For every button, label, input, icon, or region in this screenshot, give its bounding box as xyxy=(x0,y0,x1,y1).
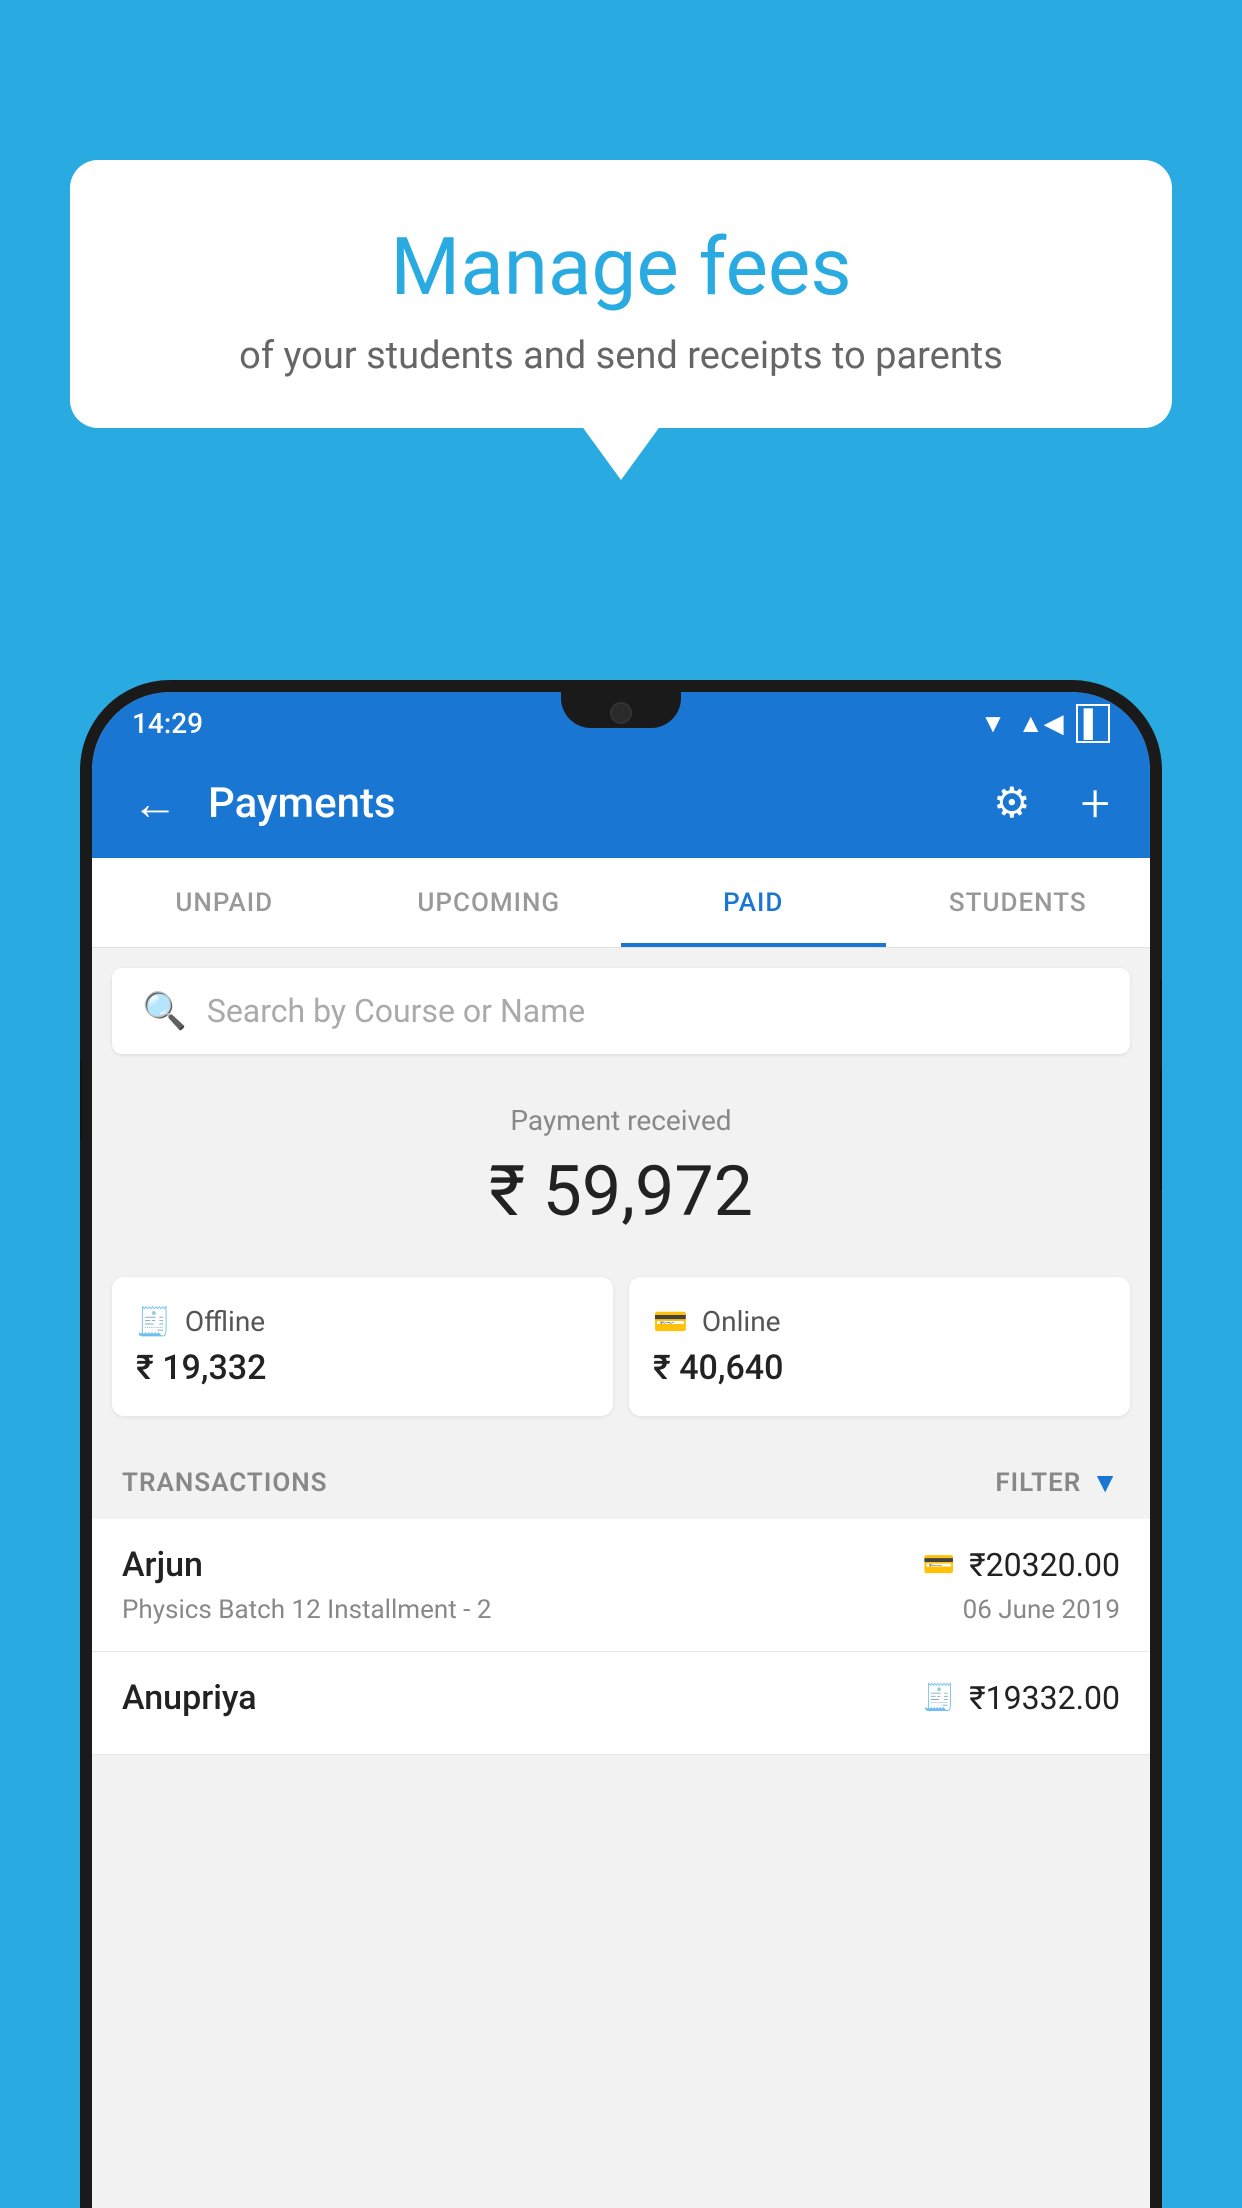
side-button-right-top xyxy=(1160,980,1162,1040)
transaction-row[interactable]: Arjun 💳 ₹20320.00 Physics Batch 12 Insta… xyxy=(92,1519,1150,1652)
back-button[interactable]: ← xyxy=(132,776,178,831)
wifi-icon: ▼ xyxy=(980,708,1006,739)
online-payment-card: 💳 Online ₹ 40,640 xyxy=(629,1277,1130,1416)
search-bar[interactable]: 🔍 Search by Course or Name xyxy=(112,968,1130,1054)
transaction-name: Anupriya xyxy=(122,1678,257,1718)
offline-amount: ₹ 19,332 xyxy=(136,1348,589,1388)
cash-icon: 🧾 xyxy=(923,1683,955,1713)
transaction-row-top: Arjun 💳 ₹20320.00 xyxy=(122,1545,1120,1585)
tab-students[interactable]: STUDENTS xyxy=(886,858,1151,947)
online-label: Online xyxy=(702,1305,781,1338)
transaction-amount-wrapper: 🧾 ₹19332.00 xyxy=(923,1679,1120,1717)
tab-unpaid[interactable]: UNPAID xyxy=(92,858,357,947)
payment-total-amount: ₹ 59,972 xyxy=(112,1151,1130,1233)
phone-inner: 14:29 ▼ ▲◀ ▌ ← Payments ⚙ + UNPAID xyxy=(92,692,1150,2208)
online-amount: ₹ 40,640 xyxy=(653,1348,1106,1388)
transaction-date: 06 June 2019 xyxy=(963,1595,1120,1625)
app-bar: ← Payments ⚙ + xyxy=(92,748,1150,858)
status-icons: ▼ ▲◀ ▌ xyxy=(980,704,1110,743)
tabs-bar: UNPAID UPCOMING PAID STUDENTS xyxy=(92,858,1150,948)
offline-icon: 🧾 xyxy=(136,1305,171,1338)
filter-label: FILTER xyxy=(995,1468,1081,1498)
add-button[interactable]: + xyxy=(1081,773,1110,834)
online-icon: 💳 xyxy=(653,1305,688,1338)
transaction-row-top: Anupriya 🧾 ₹19332.00 xyxy=(122,1678,1120,1718)
phone-screen: 14:29 ▼ ▲◀ ▌ ← Payments ⚙ + UNPAID xyxy=(92,692,1150,2208)
card-icon: 💳 xyxy=(923,1550,955,1580)
payment-received-label: Payment received xyxy=(112,1104,1130,1137)
transactions-header: TRANSACTIONS FILTER ▼ xyxy=(92,1446,1150,1519)
side-button-right-bottom xyxy=(1160,1070,1162,1190)
side-button-left xyxy=(80,1060,82,1140)
transactions-label: TRANSACTIONS xyxy=(122,1468,328,1498)
speech-bubble: Manage fees of your students and send re… xyxy=(70,160,1172,428)
speech-bubble-subtitle: of your students and send receipts to pa… xyxy=(120,334,1122,378)
search-icon: 🔍 xyxy=(142,990,187,1032)
offline-payment-card: 🧾 Offline ₹ 19,332 xyxy=(112,1277,613,1416)
transaction-name: Arjun xyxy=(122,1545,203,1585)
signal-icon: ▲◀ xyxy=(1018,708,1064,739)
transaction-amount-wrapper: 💳 ₹20320.00 xyxy=(923,1546,1120,1584)
tab-paid[interactable]: PAID xyxy=(621,858,886,947)
status-time: 14:29 xyxy=(132,707,203,740)
online-card-header: 💳 Online xyxy=(653,1305,1106,1338)
filter-icon: ▼ xyxy=(1091,1466,1120,1499)
page-title: Payments xyxy=(208,779,963,828)
battery-icon: ▌ xyxy=(1076,704,1110,743)
transaction-amount: ₹19332.00 xyxy=(969,1679,1120,1717)
settings-icon[interactable]: ⚙ xyxy=(993,778,1031,828)
transaction-course: Physics Batch 12 Installment - 2 xyxy=(122,1595,491,1625)
speech-bubble-title: Manage fees xyxy=(120,220,1122,314)
transaction-row-bottom: Physics Batch 12 Installment - 2 06 June… xyxy=(122,1595,1120,1625)
transaction-row[interactable]: Anupriya 🧾 ₹19332.00 xyxy=(92,1652,1150,1755)
phone-notch xyxy=(561,692,681,728)
filter-button[interactable]: FILTER ▼ xyxy=(995,1466,1120,1499)
phone-frame: 14:29 ▼ ▲◀ ▌ ← Payments ⚙ + UNPAID xyxy=(80,680,1162,2208)
offline-label: Offline xyxy=(185,1305,265,1338)
tab-upcoming[interactable]: UPCOMING xyxy=(357,858,622,947)
search-placeholder: Search by Course or Name xyxy=(207,992,585,1030)
front-camera xyxy=(610,702,632,724)
payment-cards: 🧾 Offline ₹ 19,332 💳 Online ₹ 40,640 xyxy=(92,1277,1150,1446)
transaction-amount: ₹20320.00 xyxy=(969,1546,1120,1584)
payment-summary: Payment received ₹ 59,972 xyxy=(92,1074,1150,1277)
offline-card-header: 🧾 Offline xyxy=(136,1305,589,1338)
